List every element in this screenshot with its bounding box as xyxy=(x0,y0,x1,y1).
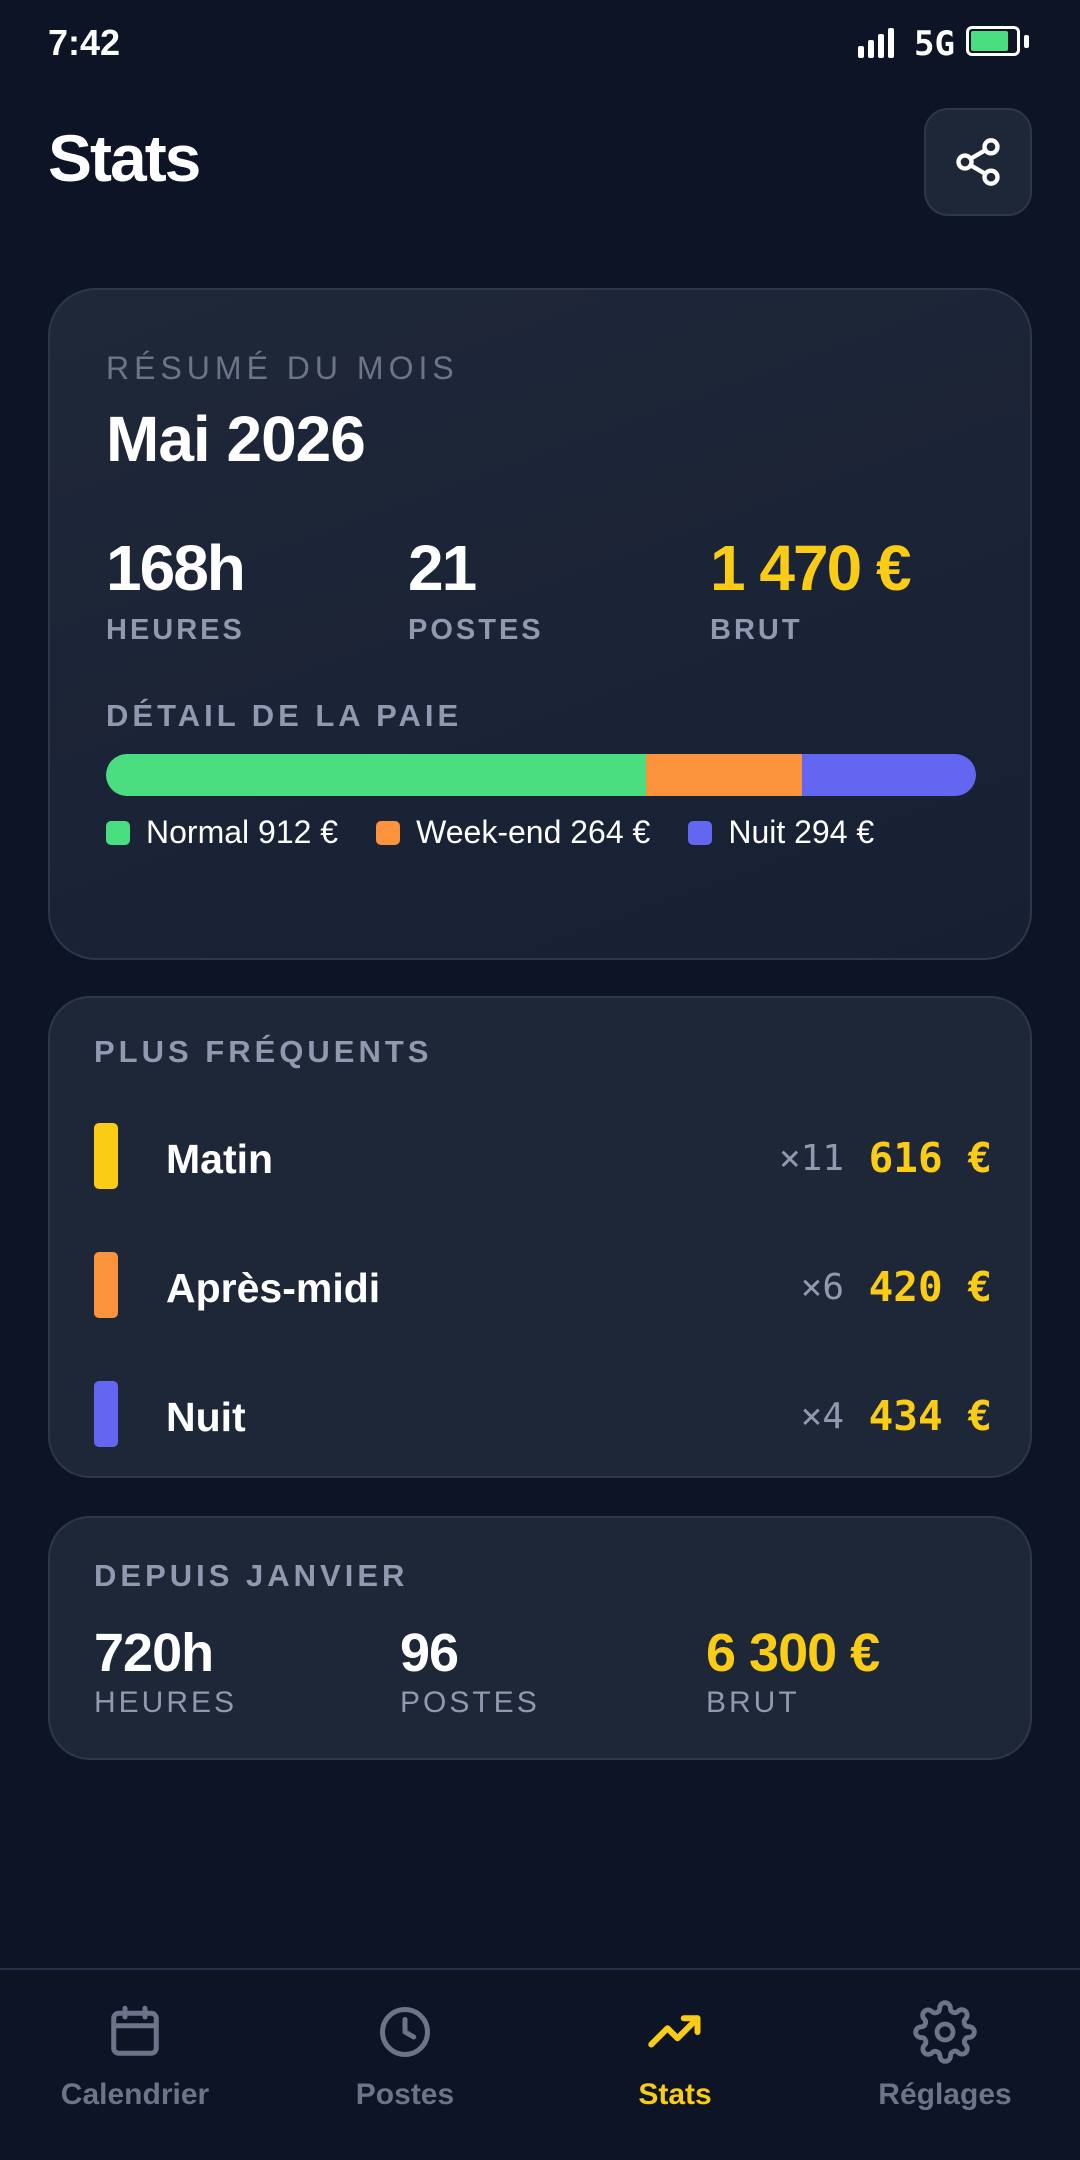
pay-breakdown-bar xyxy=(106,754,976,796)
share-button[interactable] xyxy=(924,108,1032,216)
nav-label-calendar: Calendrier xyxy=(60,2078,210,2111)
stats-screen: 7:42 5G Stats RÉSUMÉ DU MOIS Mai 2026 16… xyxy=(0,0,1080,2160)
shift-color-bar xyxy=(94,1123,118,1189)
pay-segment-normal xyxy=(106,754,646,796)
battery-cap xyxy=(1024,35,1029,48)
shift-amount: 616 € xyxy=(868,1134,992,1182)
shift-color-bar xyxy=(94,1381,118,1447)
gear-icon xyxy=(913,2000,977,2064)
stat-gross-label: BRUT xyxy=(710,614,803,646)
stat-gross-value: 1 470 € xyxy=(710,532,912,604)
list-item[interactable]: Matin ×11 616 € xyxy=(50,1106,1034,1206)
shift-name: Nuit xyxy=(166,1394,246,1440)
shift-name: Matin xyxy=(166,1136,274,1182)
legend-item-night: Nuit 294 € xyxy=(688,814,874,851)
pay-legend: Normal 912 € Week-end 264 € Nuit 294 € xyxy=(106,814,874,851)
ytd-shifts-label: POSTES xyxy=(400,1686,540,1719)
nav-item-stats[interactable]: Stats xyxy=(540,1970,810,2160)
legend-text-normal: Normal 912 € xyxy=(146,814,339,850)
ytd-gross: 6 300 € BRUT xyxy=(706,1623,880,1720)
shift-amount: 420 € xyxy=(868,1263,992,1311)
nav-label-stats: Stats xyxy=(638,2078,712,2111)
nav-label-shifts: Postes xyxy=(355,2078,455,2111)
page-title: Stats xyxy=(48,121,201,195)
ytd-hours-value: 720h xyxy=(94,1623,214,1683)
list-item[interactable]: Nuit ×4 434 € xyxy=(50,1364,1034,1464)
share-icon xyxy=(956,138,1000,186)
stat-gross: 1 470 € BRUT xyxy=(710,532,912,647)
stat-hours-label: HEURES xyxy=(106,614,245,646)
battery-level xyxy=(971,31,1009,51)
nav-item-shifts[interactable]: Postes xyxy=(270,1970,540,2160)
status-bar: 7:42 5G xyxy=(0,0,1080,84)
shift-color-bar xyxy=(94,1252,118,1318)
nav-item-calendar[interactable]: Calendrier xyxy=(0,1970,270,2160)
legend-swatch-night xyxy=(688,820,713,845)
battery-icon xyxy=(966,26,1020,56)
legend-text-weekend: Week-end 264 € xyxy=(416,814,651,850)
clock-icon xyxy=(373,2000,437,2064)
shift-count: ×4 xyxy=(800,1396,844,1437)
ytd-shifts-value: 96 xyxy=(400,1623,459,1683)
ytd-gross-value: 6 300 € xyxy=(706,1623,880,1683)
status-time: 7:42 xyxy=(48,22,121,63)
calendar-icon xyxy=(103,2000,167,2064)
signal-icon xyxy=(858,26,894,58)
nav-label-settings: Réglages xyxy=(878,2078,1012,2111)
bottom-nav: Calendrier Postes Stats Réglages xyxy=(0,1968,1080,2160)
legend-swatch-normal xyxy=(106,820,130,845)
legend-text-night: Nuit 294 € xyxy=(728,814,875,850)
pay-segment-nuit xyxy=(801,754,976,796)
shift-count: ×6 xyxy=(800,1267,844,1308)
since-january-label: DEPUIS JANVIER xyxy=(94,1558,409,1593)
pay-detail-label: DÉTAIL DE LA PAIE xyxy=(106,698,463,733)
legend-swatch-weekend xyxy=(376,820,401,845)
summary-eyebrow: RÉSUMÉ DU MOIS xyxy=(106,350,459,386)
monthly-summary-card: RÉSUMÉ DU MOIS Mai 2026 168h HEURES 21 P… xyxy=(48,288,1032,960)
network-label: 5G xyxy=(914,24,955,64)
stat-shifts-value: 21 xyxy=(408,532,477,604)
frequent-label: PLUS FRÉQUENTS xyxy=(94,1034,433,1069)
list-item[interactable]: Après-midi ×6 420 € xyxy=(50,1235,1034,1335)
stat-hours-value: 168h xyxy=(106,532,246,604)
nav-item-settings[interactable]: Réglages xyxy=(810,1970,1080,2160)
stat-shifts: 21 POSTES xyxy=(408,536,544,647)
shift-name: Après-midi xyxy=(166,1265,381,1311)
shift-count: ×11 xyxy=(778,1138,844,1179)
frequent-shifts-card: PLUS FRÉQUENTS Matin ×11 616 € Après-mid… xyxy=(48,996,1032,1478)
ytd-hours-label: HEURES xyxy=(94,1686,238,1719)
month-title: Mai 2026 xyxy=(106,403,366,475)
ytd-hours: 720h HEURES xyxy=(94,1626,237,1720)
trending-up-icon xyxy=(643,2000,707,2064)
ytd-shifts: 96 POSTES xyxy=(400,1626,540,1720)
since-january-card: DEPUIS JANVIER 720h HEURES 96 POSTES 6 3… xyxy=(48,1516,1032,1760)
pay-segment-week-end xyxy=(645,754,802,796)
shift-amount: 434 € xyxy=(868,1392,992,1440)
stat-shifts-label: POSTES xyxy=(408,614,544,646)
legend-item-weekend: Week-end 264 € xyxy=(376,814,650,851)
ytd-gross-label: BRUT xyxy=(706,1686,800,1719)
legend-item-normal: Normal 912 € xyxy=(106,814,338,851)
stat-hours: 168h HEURES xyxy=(106,532,246,647)
